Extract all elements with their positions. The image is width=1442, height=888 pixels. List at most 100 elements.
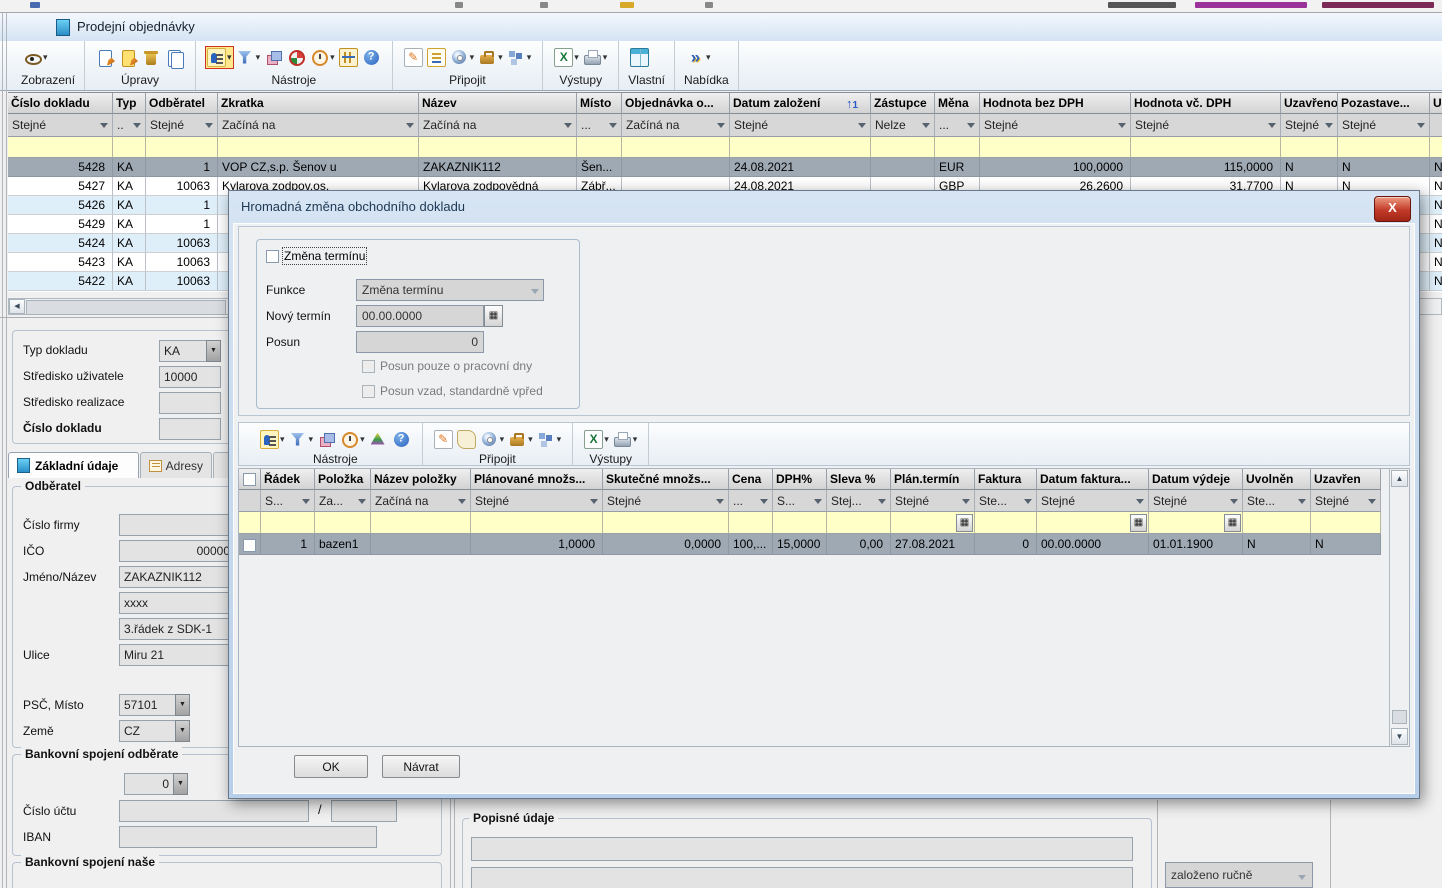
psc-dropdown-icon[interactable]: ▼	[175, 694, 190, 716]
filter-input-cell[interactable]	[603, 512, 729, 534]
actions-wheel-icon[interactable]	[287, 48, 306, 67]
filter-input-cell[interactable]	[1243, 512, 1311, 534]
copy-document-icon[interactable]	[165, 48, 184, 67]
zmena-terminu-checkbox[interactable]	[266, 250, 279, 263]
briefcase-icon[interactable]	[478, 48, 497, 67]
column-header[interactable]: Objednávka o...	[622, 93, 730, 114]
typ-dokladu-dropdown-icon[interactable]: ▼	[206, 340, 221, 362]
filter-input-cell[interactable]	[935, 137, 980, 158]
linked-items-icon-caret[interactable]: ▾	[527, 52, 532, 63]
column-filter-select[interactable]: Stejné	[1037, 490, 1149, 512]
jmeno-nazev-line3-field[interactable]: 3.řádek z SDK-1	[119, 618, 235, 640]
filter-input-cell[interactable]	[729, 512, 773, 534]
tab-adresy[interactable]: Adresy	[140, 452, 212, 478]
briefcase-icon-caret[interactable]: ▾	[498, 52, 503, 63]
bulk-change-icon-caret[interactable]: ▾	[280, 434, 285, 445]
linked-items-icon[interactable]	[507, 48, 526, 67]
item-row[interactable]: 1 bazen1 1,0000 0,0000 100,... 15,0000 0…	[239, 534, 1381, 555]
filter-icon[interactable]	[236, 48, 255, 67]
excel-export-icon-caret[interactable]: ▾	[604, 434, 609, 445]
column-filter-select[interactable]: Stejné	[603, 490, 729, 512]
dialog-close-button[interactable]: X	[1374, 196, 1411, 222]
popisne-field-1[interactable]	[471, 837, 1133, 861]
column-filter-select[interactable]: Stejné	[1131, 114, 1281, 137]
history-clock-icon-caret[interactable]: ▾	[330, 52, 335, 63]
filter-input-cell[interactable]	[827, 512, 891, 534]
filter-input-cell[interactable]	[1430, 137, 1442, 158]
checklist-icon[interactable]	[427, 48, 446, 67]
help-icon[interactable]: ?	[392, 430, 411, 449]
column-header[interactable]: Datum výdeje	[1149, 469, 1243, 490]
psc-field[interactable]: 57101	[119, 694, 176, 716]
select-all-checkbox[interactable]	[243, 473, 256, 486]
column-filter-select[interactable]: Stejné	[730, 114, 871, 137]
column-filter-select[interactable]: Stejné	[1281, 114, 1338, 137]
column-header[interactable]: Název položky	[371, 469, 471, 490]
column-header[interactable]: U	[1430, 93, 1442, 114]
pyramid-icon[interactable]	[369, 430, 388, 449]
excel-export-icon[interactable]: X	[554, 48, 573, 67]
navrat-button[interactable]: Návrat	[382, 755, 460, 778]
column-filter-select[interactable]: Začíná na	[371, 490, 471, 512]
column-filter-select[interactable]: Stejné	[1149, 490, 1243, 512]
filter-input-cell[interactable]	[218, 137, 419, 158]
scroll-left-arrow-icon[interactable]: ◀	[9, 299, 25, 314]
column-header[interactable]: Zástupce	[871, 93, 935, 114]
edit-document-icon[interactable]	[119, 48, 138, 67]
attach-note-icon[interactable]: ✎	[404, 48, 423, 67]
posun-field[interactable]: 0	[356, 331, 484, 353]
ico-field[interactable]: 00000	[119, 540, 235, 562]
ulice-field[interactable]: Miru 21	[119, 644, 235, 666]
cislo-firmy-field[interactable]	[119, 514, 235, 536]
filter-icon-caret[interactable]: ▾	[309, 434, 314, 445]
column-header[interactable]: Zkratka	[218, 93, 419, 114]
column-header[interactable]: Datum faktura...	[1037, 469, 1149, 490]
column-filter-select[interactable]: Stejné	[1338, 114, 1430, 137]
column-header[interactable]: Číslo dokladu	[8, 93, 113, 114]
history-clock-icon[interactable]	[310, 48, 329, 67]
stredisko-uzivatele-field[interactable]: 10000	[159, 366, 221, 388]
scroll-up-arrow-icon[interactable]: ▲	[1391, 470, 1408, 487]
zalozeno-dropdown[interactable]: založeno ručně	[1165, 862, 1313, 888]
filter-input-cell[interactable]	[622, 137, 730, 158]
bulk-change-icon-caret[interactable]: ▾	[227, 52, 232, 63]
column-header[interactable]: Uzavřeno	[1281, 93, 1338, 114]
jmeno-nazev-field[interactable]: ZAKAZNIK112	[119, 566, 235, 588]
print-icon[interactable]	[583, 48, 602, 67]
bank-prefix-dropdown-icon[interactable]: ▼	[173, 773, 188, 795]
hscrollbar-thumb[interactable]	[26, 300, 226, 315]
filter-icon[interactable]	[289, 430, 308, 449]
bulk-change-icon[interactable]	[260, 430, 279, 449]
column-settings-icon[interactable]	[339, 48, 358, 67]
bank-code-field[interactable]	[331, 800, 397, 822]
filter-input-cell[interactable]	[1311, 512, 1381, 534]
filter-input-cell[interactable]	[113, 137, 146, 158]
column-filter-select[interactable]: Stejné	[8, 114, 113, 137]
bank-prefix-field[interactable]: 0	[124, 773, 174, 795]
column-header[interactable]: Cena	[729, 469, 773, 490]
media-disc-icon[interactable]	[450, 48, 469, 67]
column-header[interactable]: Sleva %	[827, 469, 891, 490]
column-header[interactable]: Řádek	[261, 469, 315, 490]
posun-vzad-checkbox-row[interactable]: Posun vzad, standardně vpřed	[362, 384, 543, 398]
column-header[interactable]: Hodnota vč. DPH	[1131, 93, 1281, 114]
jmeno-nazev-line2-field[interactable]: xxxx	[119, 592, 235, 614]
filter-input-cell[interactable]	[773, 512, 827, 534]
zeme-field[interactable]: CZ	[119, 720, 176, 742]
filter-input-cell[interactable]	[239, 512, 261, 534]
briefcase-icon-caret[interactable]: ▾	[528, 434, 533, 445]
zmena-terminu-checkbox-row[interactable]: Změna termínu	[266, 249, 365, 263]
filter-input-cell[interactable]	[730, 137, 871, 158]
column-header[interactable]: Typ	[113, 93, 146, 114]
row-checkbox[interactable]	[243, 539, 256, 552]
column-filter-select[interactable]: S...	[261, 490, 315, 512]
stredisko-realizace-field[interactable]	[159, 392, 221, 414]
column-header[interactable]: Měna	[935, 93, 980, 114]
column-header[interactable]: Pozastave...	[1338, 93, 1430, 114]
posun-vzad-checkbox[interactable]	[362, 385, 375, 398]
order-row[interactable]: 5428 KA 1 VOP CZ,s.p. Šenov u ZAKAZNIK11…	[8, 158, 1442, 177]
column-filter-select[interactable]: Začíná na	[622, 114, 730, 137]
column-filter-select[interactable]: Stejné	[1311, 490, 1381, 512]
column-filter-select[interactable]	[239, 490, 261, 512]
filter-input-cell[interactable]	[371, 512, 471, 534]
